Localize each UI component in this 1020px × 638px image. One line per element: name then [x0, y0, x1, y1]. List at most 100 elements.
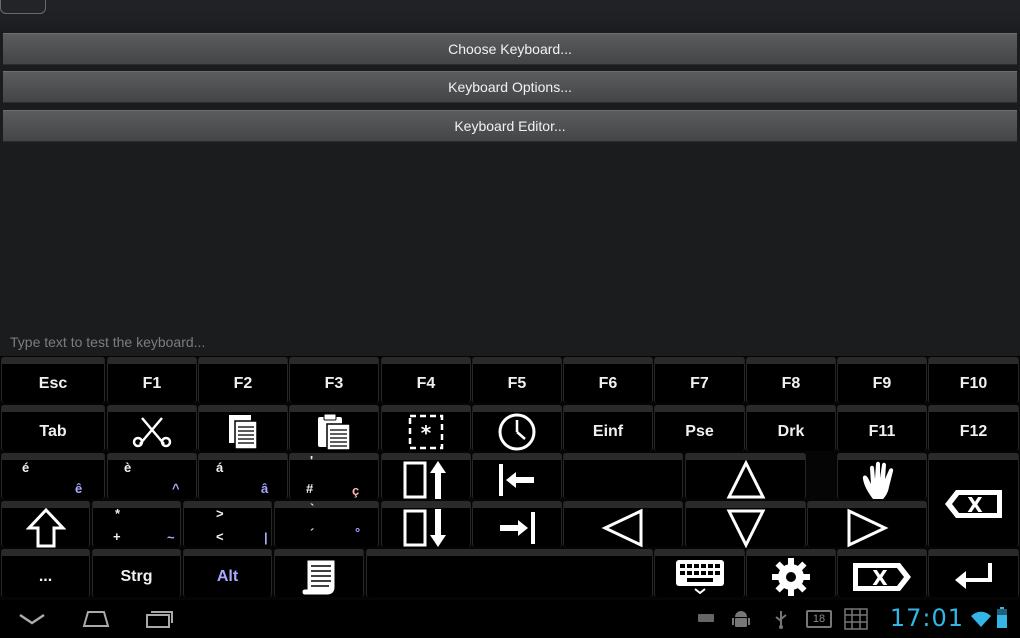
key-f2[interactable]: F2 [198, 357, 288, 403]
key-primary-char: é [22, 460, 30, 475]
key-home[interactable] [472, 453, 562, 499]
key-select-all[interactable]: * [381, 405, 471, 451]
choose-keyboard-button[interactable]: Choose Keyboard... [3, 33, 1017, 65]
key-enter[interactable] [928, 549, 1019, 597]
key-space[interactable] [366, 549, 653, 597]
key-a-acute[interactable]: á â [198, 453, 288, 499]
key-alt-char: ç [352, 483, 360, 498]
key-e-acute[interactable]: é ê [1, 453, 105, 499]
wifi-icon [970, 610, 992, 628]
key-arrow-left[interactable] [563, 501, 683, 547]
battery-icon [996, 607, 1008, 629]
key-switch-keyboard[interactable] [654, 549, 745, 597]
grid-icon [844, 608, 868, 630]
svg-text:*: * [421, 421, 432, 445]
key-cut[interactable] [107, 405, 197, 451]
key-arrow-right[interactable] [807, 501, 927, 547]
key-f3[interactable]: F3 [289, 357, 379, 403]
key-primary-char: ` [310, 501, 315, 516]
key-shift[interactable] [1, 501, 90, 547]
keyboard-options-button[interactable]: Keyboard Options... [3, 71, 1017, 103]
key-plus[interactable]: * + ~ [92, 501, 181, 547]
action-bar-button[interactable] [0, 0, 46, 14]
key-tab[interactable]: Tab [1, 405, 105, 451]
scissors-icon [132, 414, 172, 450]
key-less[interactable]: > < | [183, 501, 272, 547]
key-f9[interactable]: F9 [837, 357, 927, 403]
paste-icon [315, 412, 353, 452]
key-gesture[interactable] [837, 453, 927, 499]
key-more[interactable]: ... [1, 549, 90, 597]
arrow-down-icon [725, 508, 767, 548]
key-accent[interactable]: ` ´ ° [274, 501, 379, 547]
key-select-up[interactable] [381, 453, 471, 499]
key-f7[interactable]: F7 [654, 357, 745, 403]
key-time[interactable] [472, 405, 562, 451]
keyboard-editor-button[interactable]: Keyboard Editor... [3, 110, 1017, 142]
key-end[interactable] [472, 501, 562, 547]
back-icon[interactable] [18, 612, 46, 626]
select-up-icon [402, 459, 450, 501]
key-pse[interactable]: Pse [654, 405, 745, 451]
key-settings[interactable] [746, 549, 836, 597]
clock-icon [497, 412, 537, 452]
key-select-down[interactable] [381, 501, 471, 547]
key-backspace[interactable]: X [928, 453, 1019, 547]
key-f12[interactable]: F12 [928, 405, 1019, 451]
home-icon[interactable] [80, 610, 112, 628]
key-drk[interactable]: Drk [746, 405, 836, 451]
recent-apps-icon[interactable] [145, 609, 175, 629]
key-paste[interactable] [289, 405, 379, 451]
key-copy[interactable] [198, 405, 288, 451]
status-clock: 17:01 [889, 604, 964, 632]
copy-icon [225, 413, 261, 451]
key-f4[interactable]: F4 [381, 357, 471, 403]
key-mid-char: + [113, 529, 121, 544]
system-navbar: 18 17:01 [0, 600, 1020, 638]
end-arrow-icon [496, 510, 538, 546]
delete-icon: X [850, 560, 914, 594]
key-arrow-down[interactable] [685, 501, 806, 548]
notification-count-badge: 18 [806, 610, 832, 628]
key-primary-char: > [216, 506, 224, 521]
key-f6[interactable]: F6 [563, 357, 653, 403]
key-f1[interactable]: F1 [107, 357, 197, 403]
key-mid-char: ´ [310, 526, 315, 541]
key-arrow-up[interactable] [685, 453, 806, 499]
keyboard: Esc F1 F2 F3 F4 F5 F6 F7 F8 F9 F10 Tab *… [0, 356, 1020, 600]
action-bar [0, 0, 1020, 28]
key-alt-char: ° [355, 525, 361, 540]
key-primary-char: è [124, 460, 132, 475]
key-alt-char: | [264, 530, 268, 545]
key-e-grave[interactable]: è ^ [107, 453, 197, 499]
enter-icon [952, 560, 996, 594]
keyboard-icon [674, 558, 726, 596]
key-f10[interactable]: F10 [928, 357, 1019, 403]
key-f11[interactable]: F11 [837, 405, 927, 451]
key-f8[interactable]: F8 [746, 357, 836, 403]
key-einf[interactable]: Einf [563, 405, 653, 451]
key-f5[interactable]: F5 [472, 357, 562, 403]
key-esc[interactable]: Esc [1, 357, 105, 403]
android-debug-icon [732, 609, 750, 629]
svg-text:X: X [967, 493, 983, 517]
key-mid-char: # [306, 481, 314, 496]
shift-icon [25, 507, 66, 548]
keyboard-status-icon [697, 613, 715, 623]
home-arrow-icon [496, 462, 538, 498]
key-strg[interactable]: Strg [92, 549, 181, 597]
key-hash[interactable]: ' # ç [289, 453, 379, 499]
key-alt-char: ê [75, 481, 83, 496]
usb-icon [773, 609, 789, 629]
key-delete[interactable]: X [837, 549, 927, 597]
select-down-icon [402, 507, 450, 549]
arrow-left-icon [601, 508, 645, 548]
key-alt[interactable]: Alt [183, 549, 272, 597]
backspace-icon: X [942, 487, 1006, 521]
test-input[interactable]: Type text to test the keyboard... [0, 328, 1020, 356]
key-macro[interactable] [274, 549, 364, 597]
key-blank[interactable] [563, 453, 683, 499]
key-primary-char: ' [310, 453, 314, 468]
key-primary-char: á [216, 460, 224, 475]
gear-icon [771, 557, 811, 597]
